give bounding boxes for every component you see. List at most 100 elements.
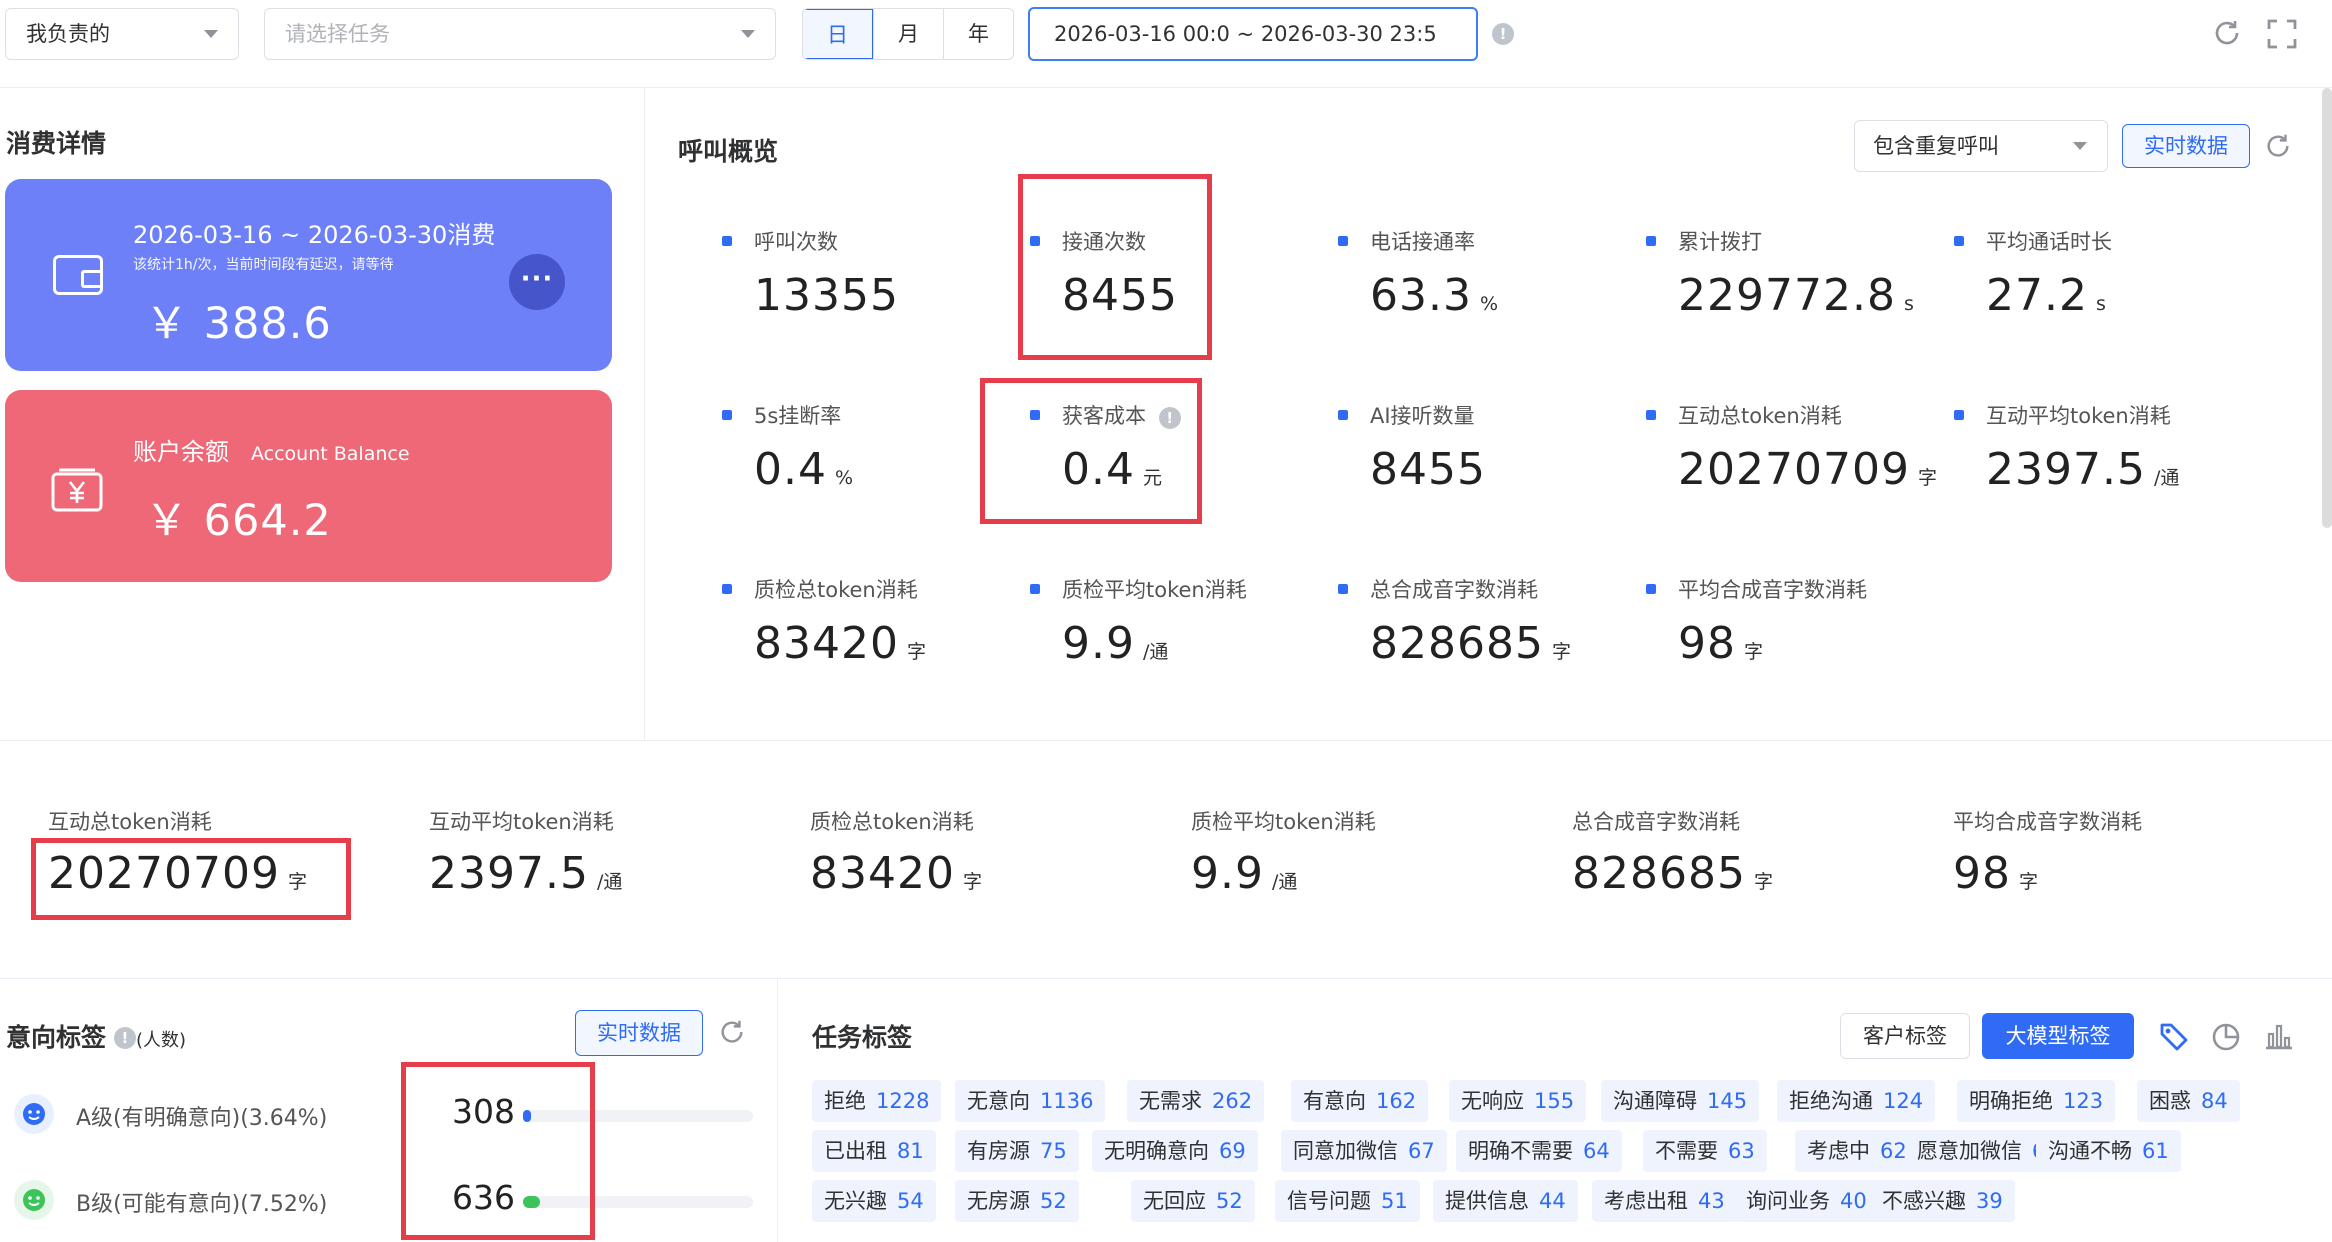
task-tag[interactable]: 考虑中 62 bbox=[1795, 1130, 1919, 1172]
stat-interactive-avg-token: 互动平均token消耗 2397.5/通 bbox=[429, 806, 622, 899]
intent-title: 意向标签 ! (人数) bbox=[6, 1018, 186, 1054]
metric-number: 0.4 bbox=[754, 444, 827, 495]
repeat-call-select-value: 包含重复呼叫 bbox=[1873, 134, 1999, 158]
task-tag[interactable]: 沟通不畅 61 bbox=[2036, 1130, 2181, 1172]
stat-unit: /通 bbox=[1271, 871, 1298, 893]
metric-label: 电话接通率 bbox=[1338, 226, 1638, 256]
task-select[interactable]: 请选择任务 bbox=[264, 8, 776, 60]
task-tag[interactable]: 提供信息 44 bbox=[1433, 1180, 1578, 1222]
metric-interactive-total-token: 互动总token消耗 20270709 字 bbox=[1646, 400, 1946, 495]
owner-select[interactable]: 我负责的 bbox=[5, 8, 239, 60]
task-tag[interactable]: 无回应 52 bbox=[1131, 1180, 1255, 1222]
intent-title-text: 意向标签 bbox=[6, 1023, 107, 1052]
task-tag[interactable]: 询问业务 40 bbox=[1734, 1180, 1879, 1222]
task-tag[interactable]: 无房源 52 bbox=[955, 1180, 1079, 1222]
task-tag-name: 无兴趣 bbox=[824, 1189, 887, 1213]
overview-title: 呼叫概览 bbox=[678, 137, 779, 166]
metric-unit: /通 bbox=[2153, 467, 2180, 489]
divider bbox=[0, 740, 2332, 741]
task-tag-name: 有意向 bbox=[1303, 1089, 1366, 1113]
stat-tts-total-chars: 总合成音字数消耗 828685 字 bbox=[1572, 806, 1773, 899]
stat-number: 9.9 bbox=[1191, 848, 1264, 899]
task-tag[interactable]: 有房源 75 bbox=[955, 1130, 1079, 1172]
period-day[interactable]: 日 bbox=[803, 9, 873, 59]
stat-label: 质检平均token消耗 bbox=[1191, 810, 1376, 834]
task-tag[interactable]: 明确拒绝 123 bbox=[1957, 1080, 2116, 1122]
consumption-period: 2026-03-16 ~ 2026-03-30消费 bbox=[133, 221, 496, 249]
divider bbox=[644, 88, 645, 740]
task-tag[interactable]: 困惑 84 bbox=[2137, 1080, 2240, 1122]
period-month[interactable]: 月 bbox=[873, 9, 943, 59]
task-tag[interactable]: 无兴趣 54 bbox=[812, 1180, 936, 1222]
task-tag-count: 1228 bbox=[876, 1089, 930, 1113]
metric-number: 828685 bbox=[1370, 618, 1544, 669]
highlight-box bbox=[31, 838, 351, 920]
stat-label: 质检总token消耗 bbox=[810, 810, 974, 834]
metric-unit: s bbox=[2095, 293, 2106, 315]
task-tag[interactable]: 同意加微信 67 bbox=[1281, 1130, 1447, 1172]
metric-value: 9.9/通 bbox=[1062, 618, 1330, 669]
metric-number: 27.2 bbox=[1986, 270, 2088, 321]
metric-value: 27.2 s bbox=[1986, 270, 2254, 321]
bar-chart-icon[interactable] bbox=[2262, 1020, 2294, 1052]
task-tag[interactable]: 沟通障碍 145 bbox=[1601, 1080, 1760, 1122]
consumption-title: 消费详情 bbox=[6, 129, 107, 158]
metric-number: 63.3 bbox=[1370, 270, 1472, 321]
task-tag[interactable]: 明确不需要 64 bbox=[1456, 1130, 1622, 1172]
metric-unit: % bbox=[1479, 293, 1499, 315]
task-tag-name: 无回应 bbox=[1143, 1189, 1206, 1213]
task-tag[interactable]: 已出租 81 bbox=[812, 1130, 936, 1172]
task-tag[interactable]: 无需求 262 bbox=[1127, 1080, 1265, 1122]
intent-subtitle: (人数) bbox=[135, 1030, 187, 1051]
tag-icon[interactable] bbox=[2158, 1020, 2190, 1052]
overview-realtime-button[interactable]: 实时数据 bbox=[2122, 124, 2250, 168]
task-tag[interactable]: 有意向 162 bbox=[1291, 1080, 1429, 1122]
wallet-icon bbox=[53, 255, 103, 295]
task-tag-name: 同意加微信 bbox=[1293, 1139, 1398, 1163]
refresh-icon[interactable] bbox=[2212, 18, 2242, 48]
stat-qc-avg-token: 质检平均token消耗 9.9/通 bbox=[1191, 806, 1376, 899]
task-tag[interactable]: 无响应 155 bbox=[1449, 1080, 1587, 1122]
metric-value: 828685 字 bbox=[1370, 618, 1638, 669]
fullscreen-icon[interactable] bbox=[2266, 18, 2298, 50]
task-tag[interactable]: 拒绝沟通 124 bbox=[1777, 1080, 1936, 1122]
stat-number: 83420 bbox=[810, 848, 955, 899]
task-tag-count: 162 bbox=[1376, 1089, 1417, 1113]
intent-name: B级(可能有意向)(7.52%) bbox=[76, 1192, 328, 1217]
task-tag-name: 无明确意向 bbox=[1104, 1139, 1209, 1163]
task-tag[interactable]: 不需要 63 bbox=[1643, 1130, 1767, 1172]
metric-label: 累计拨打 bbox=[1646, 226, 1946, 256]
scrollbar[interactable] bbox=[2322, 88, 2332, 528]
task-tag-name: 沟通障碍 bbox=[1613, 1089, 1697, 1113]
more-icon[interactable]: ··· bbox=[509, 254, 565, 310]
task-tag-name: 考虑中 bbox=[1807, 1139, 1870, 1163]
metric-unit: 字 bbox=[906, 641, 926, 663]
llm-tags-button[interactable]: 大模型标签 bbox=[1982, 1013, 2134, 1059]
task-tag[interactable]: 信号问题 51 bbox=[1275, 1180, 1420, 1222]
info-icon[interactable]: ! bbox=[113, 1027, 136, 1049]
metric-label: 质检总token消耗 bbox=[722, 574, 1022, 604]
refresh-icon[interactable] bbox=[718, 1018, 746, 1046]
metric-5s-hangup-rate: 5s挂断率 0.4% bbox=[722, 400, 1022, 495]
task-tag[interactable]: 不感兴趣 39 bbox=[1870, 1180, 2015, 1222]
metric-number: 13355 bbox=[754, 270, 899, 321]
pie-chart-icon[interactable] bbox=[2210, 1020, 2242, 1052]
customer-tags-button[interactable]: 客户标签 bbox=[1840, 1013, 1970, 1059]
task-tag[interactable]: 无意向 1136 bbox=[955, 1080, 1106, 1122]
task-tag-count: 123 bbox=[2063, 1089, 2104, 1113]
metric-unit: 字 bbox=[1744, 641, 1764, 663]
task-tag[interactable]: 无明确意向 69 bbox=[1092, 1130, 1258, 1172]
stat-label: 互动总token消耗 bbox=[48, 810, 212, 834]
date-range-input[interactable]: 2026-03-16 00:0 ~ 2026-03-30 23:5 bbox=[1028, 7, 1478, 61]
task-tag[interactable]: 拒绝 1228 bbox=[812, 1080, 942, 1122]
metric-unit: /通 bbox=[1142, 641, 1169, 663]
intent-realtime-button[interactable]: 实时数据 bbox=[575, 1010, 703, 1056]
metric-value: 13355 bbox=[754, 270, 1022, 321]
task-tag-name: 无响应 bbox=[1461, 1089, 1524, 1113]
task-tag[interactable]: 考虑出租 43 bbox=[1592, 1180, 1737, 1222]
consumption-note: 该统计1h/次，当前时间段有延迟，请等待 bbox=[133, 257, 394, 273]
repeat-call-select[interactable]: 包含重复呼叫 bbox=[1854, 120, 2108, 172]
period-year[interactable]: 年 bbox=[943, 9, 1013, 59]
refresh-icon[interactable] bbox=[2264, 132, 2292, 160]
task-tag-count: 62 bbox=[1880, 1139, 1907, 1163]
